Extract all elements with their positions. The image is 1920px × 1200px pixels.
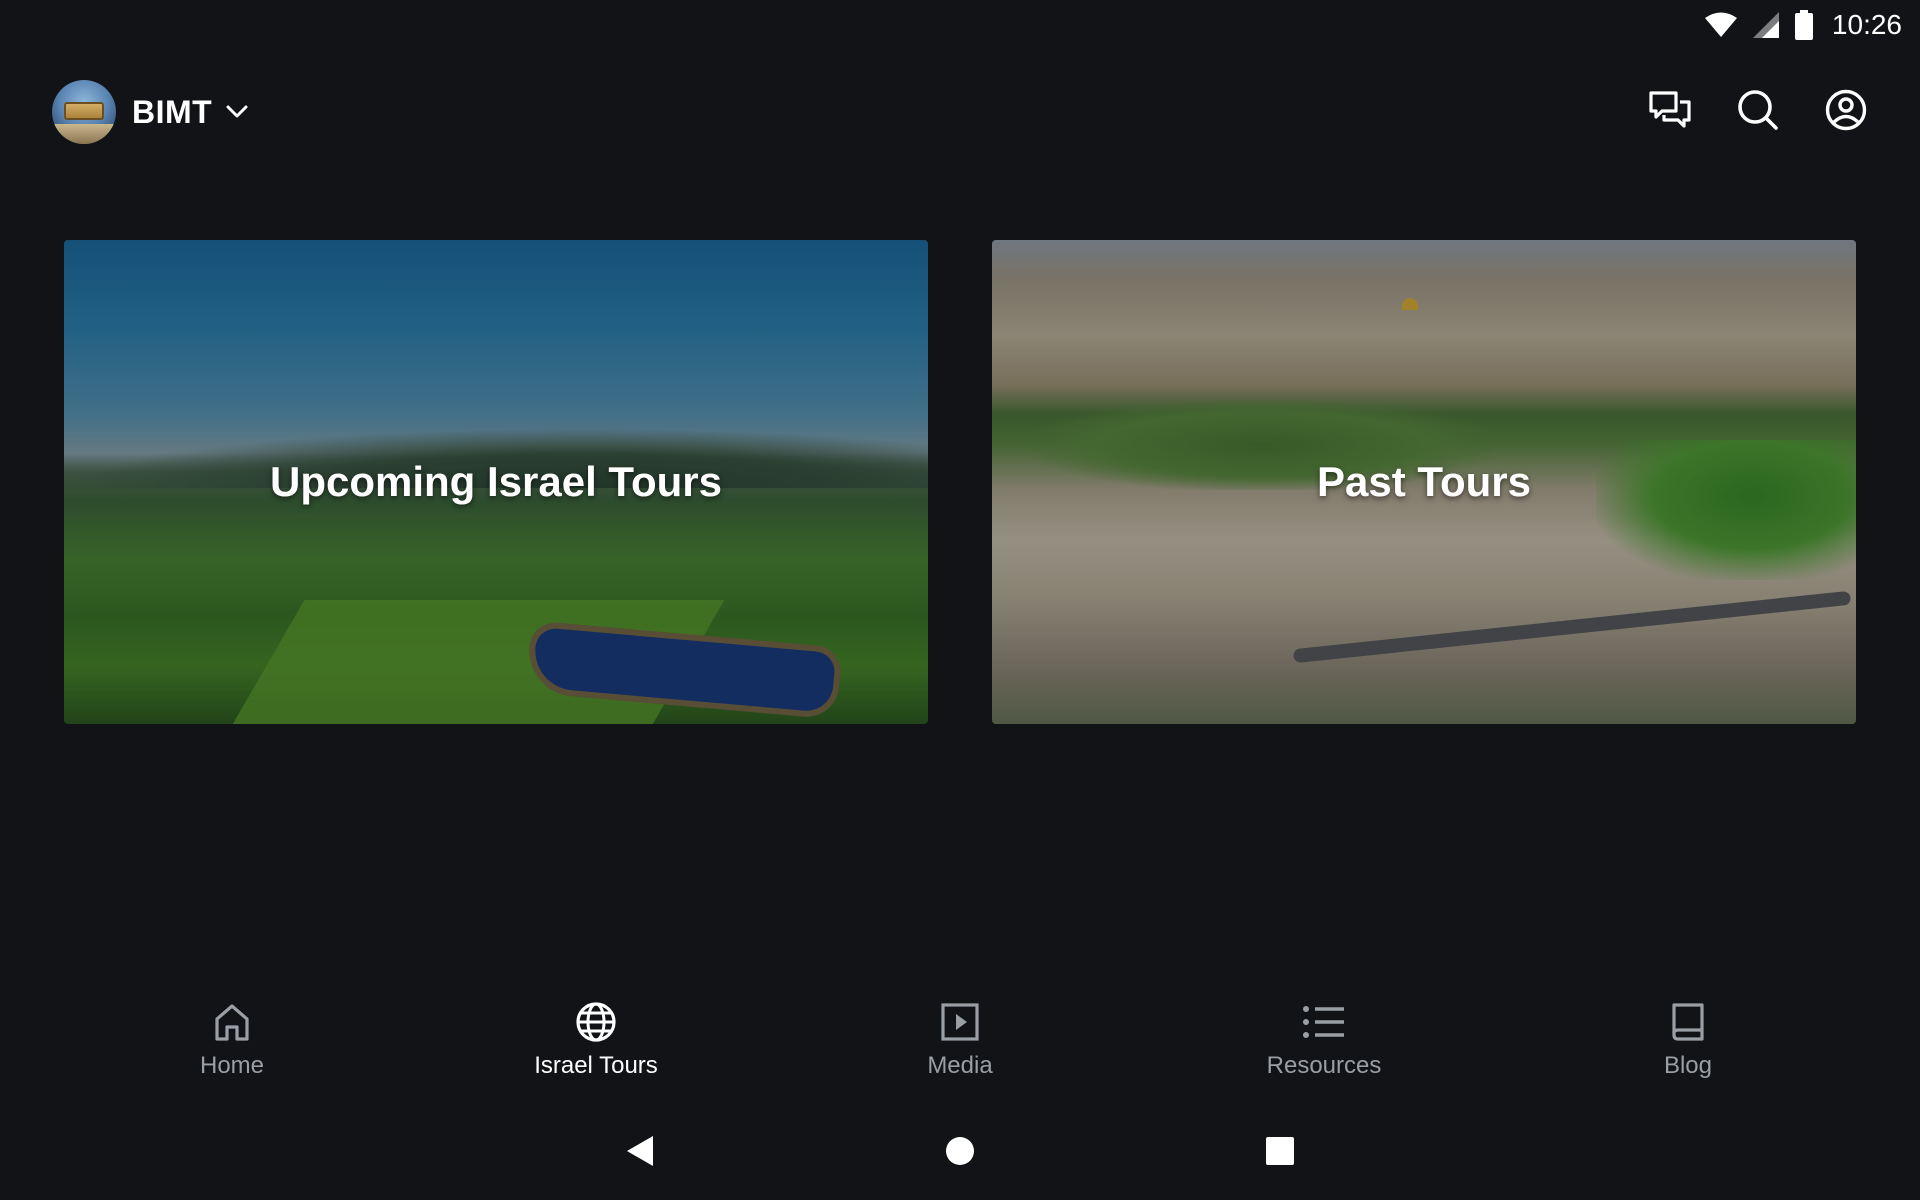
nav-item-blog[interactable]: Blog	[1568, 1000, 1808, 1100]
search-icon	[1737, 89, 1779, 136]
nav-item-media[interactable]: Media	[840, 1000, 1080, 1100]
globe-icon	[575, 1000, 617, 1044]
wifi-icon	[1704, 11, 1738, 39]
play-icon	[940, 1000, 980, 1044]
org-switcher[interactable]: BIMT	[52, 80, 248, 144]
status-clock: 10:26	[1831, 9, 1902, 40]
chat-button[interactable]	[1648, 90, 1692, 134]
system-nav-bar	[0, 1130, 1920, 1176]
card-title: Upcoming Israel Tours	[270, 458, 722, 505]
account-button[interactable]	[1824, 89, 1868, 136]
home-icon	[214, 1000, 250, 1044]
back-triangle-icon	[625, 1134, 655, 1173]
recents-square-icon	[1265, 1136, 1295, 1171]
logo-scroll-art	[64, 102, 104, 120]
system-home-button[interactable]	[940, 1133, 980, 1173]
nav-label: Home	[199, 1052, 265, 1079]
system-back-button[interactable]	[620, 1133, 660, 1173]
book-icon	[1670, 1000, 1706, 1044]
upcoming-tours-card[interactable]: Upcoming Israel Tours	[64, 240, 928, 724]
bottom-nav: Home Israel Tours Media Resources Blog	[0, 1000, 1920, 1100]
search-button[interactable]	[1736, 89, 1780, 136]
chat-icon	[1648, 90, 1692, 135]
nav-label: Media	[927, 1052, 993, 1079]
nav-item-israel-tours[interactable]: Israel Tours	[476, 1000, 716, 1100]
status-bar: 10:26	[0, 0, 1920, 50]
org-name: BIMT	[132, 93, 213, 130]
battery-icon	[1794, 10, 1814, 40]
nav-label: Resources	[1266, 1052, 1382, 1079]
app-screen: 10:26 BIMT Upcoming Israel Tours Past To…	[0, 0, 1920, 1200]
logo-ground-art	[52, 124, 116, 144]
nav-item-home[interactable]: Home	[112, 1000, 352, 1100]
chevron-down-icon	[226, 105, 248, 124]
tour-cards: Upcoming Israel Tours Past Tours	[64, 240, 1856, 724]
list-icon	[1302, 1000, 1346, 1044]
system-recents-button[interactable]	[1260, 1133, 1300, 1173]
account-icon	[1825, 89, 1867, 136]
card-title: Past Tours	[1317, 458, 1531, 505]
nav-item-resources[interactable]: Resources	[1204, 1000, 1444, 1100]
nav-label: Israel Tours	[534, 1052, 658, 1079]
avatar	[52, 80, 116, 144]
nav-label: Blog	[1663, 1052, 1713, 1079]
past-tours-card[interactable]: Past Tours	[992, 240, 1856, 724]
cell-signal-icon	[1752, 11, 1780, 39]
app-bar: BIMT	[52, 76, 1868, 148]
home-circle-icon	[944, 1135, 976, 1172]
app-bar-actions	[1648, 89, 1868, 136]
